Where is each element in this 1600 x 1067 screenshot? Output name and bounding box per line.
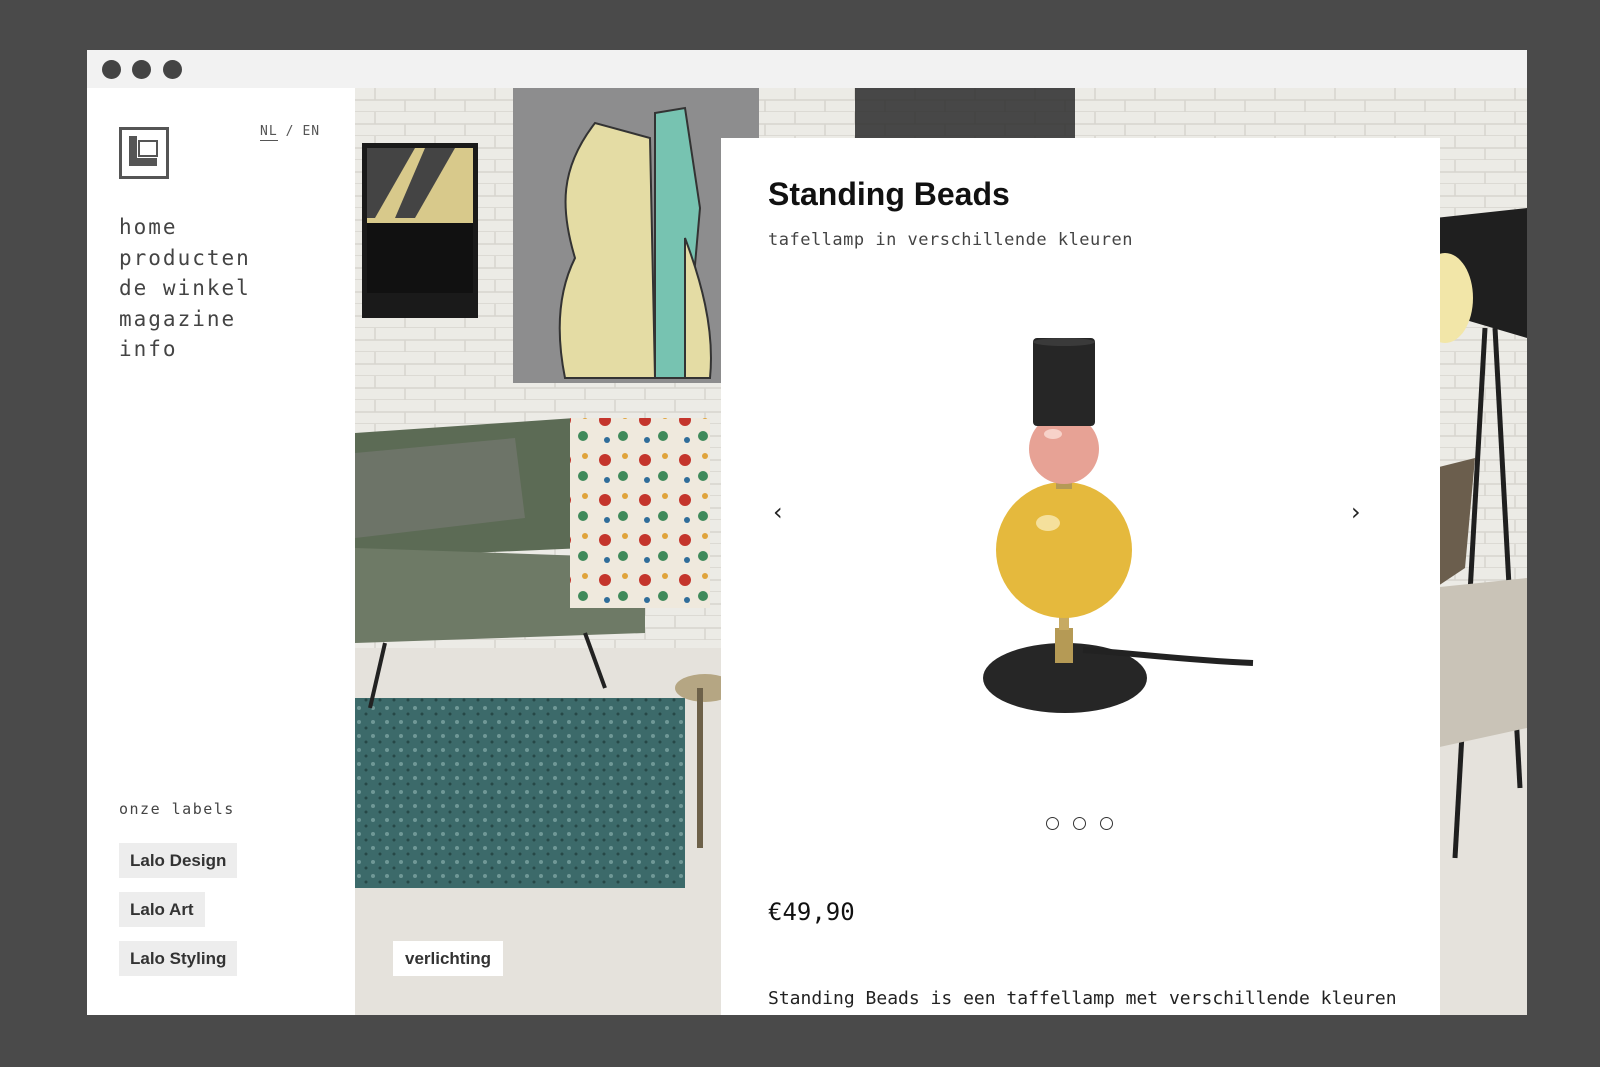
nav-item-info[interactable]: info bbox=[119, 334, 251, 365]
lang-nl-link[interactable]: NL bbox=[260, 124, 278, 141]
carousel-dot-1[interactable] bbox=[1046, 817, 1059, 830]
browser-window: NL / EN home producten de winkel magazine … bbox=[87, 50, 1527, 1015]
main-nav: home producten de winkel magazine info bbox=[119, 212, 251, 365]
product-image-lamp bbox=[983, 338, 1254, 713]
window-titlebar bbox=[87, 50, 1527, 88]
site-logo[interactable] bbox=[119, 127, 169, 179]
nav-item-home[interactable]: home bbox=[119, 212, 251, 243]
product-description: Standing Beads is een taffellamp met ver… bbox=[768, 988, 1397, 1009]
labels-heading: onze labels bbox=[119, 800, 235, 818]
window-minimize-dot[interactable] bbox=[132, 60, 151, 79]
product-price: €49,90 bbox=[768, 898, 855, 926]
carousel-dot-3[interactable] bbox=[1100, 817, 1113, 830]
lang-en-link[interactable]: EN bbox=[302, 124, 320, 139]
label-lalo-design-button[interactable]: Lalo Design bbox=[119, 843, 238, 878]
window-close-dot[interactable] bbox=[102, 60, 121, 79]
product-panel: Standing Beads tafellamp in verschillend… bbox=[721, 138, 1440, 1015]
nav-item-producten[interactable]: producten bbox=[119, 243, 251, 274]
nav-item-de-winkel[interactable]: de winkel bbox=[119, 273, 251, 304]
nav-item-magazine[interactable]: magazine bbox=[119, 304, 251, 335]
product-title: Standing Beads bbox=[768, 176, 1010, 212]
window-maximize-dot[interactable] bbox=[163, 60, 182, 79]
lang-separator: / bbox=[285, 124, 295, 139]
carousel-dot-2[interactable] bbox=[1073, 817, 1086, 830]
carousel-prev-icon[interactable]: ‹ bbox=[773, 498, 783, 526]
product-subtitle: tafellamp in verschillende kleuren bbox=[768, 230, 1133, 250]
sidebar: NL / EN home producten de winkel magazine … bbox=[87, 88, 355, 1015]
label-lalo-art-button[interactable]: Lalo Art bbox=[119, 892, 205, 927]
category-tag-verlichting[interactable]: verlichting bbox=[393, 941, 503, 976]
label-lalo-styling-button[interactable]: Lalo Styling bbox=[119, 941, 238, 976]
carousel-next-icon[interactable]: › bbox=[1351, 498, 1361, 526]
carousel-indicators bbox=[1046, 815, 1127, 834]
language-switcher: NL / EN bbox=[260, 124, 320, 141]
